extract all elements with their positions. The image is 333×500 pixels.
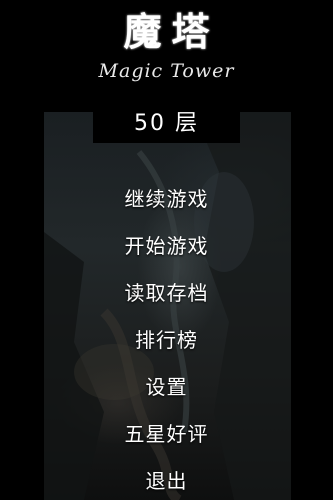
- exit-button[interactable]: 退出: [0, 456, 333, 500]
- rate-five-stars-button[interactable]: 五星好评: [0, 409, 333, 456]
- floor-label: 50 层: [134, 111, 199, 136]
- floor-indicator: 50 层: [93, 99, 240, 143]
- leaderboard-button[interactable]: 排行榜: [0, 315, 333, 362]
- main-menu: 继续游戏 开始游戏 读取存档 排行榜 设置 五星好评 退出: [0, 174, 333, 500]
- load-save-button[interactable]: 读取存档: [0, 268, 333, 315]
- continue-game-button[interactable]: 继续游戏: [0, 174, 333, 221]
- title-block: 魔塔 Magic Tower: [0, 8, 333, 82]
- game-title: 魔塔: [123, 9, 220, 54]
- main-menu-screen: 魔塔 Magic Tower 50 层 继续游戏 开始游戏 读取存档 排行榜 设…: [0, 0, 333, 500]
- start-game-button[interactable]: 开始游戏: [0, 221, 333, 268]
- game-subtitle: Magic Tower: [98, 60, 235, 82]
- settings-button[interactable]: 设置: [0, 362, 333, 409]
